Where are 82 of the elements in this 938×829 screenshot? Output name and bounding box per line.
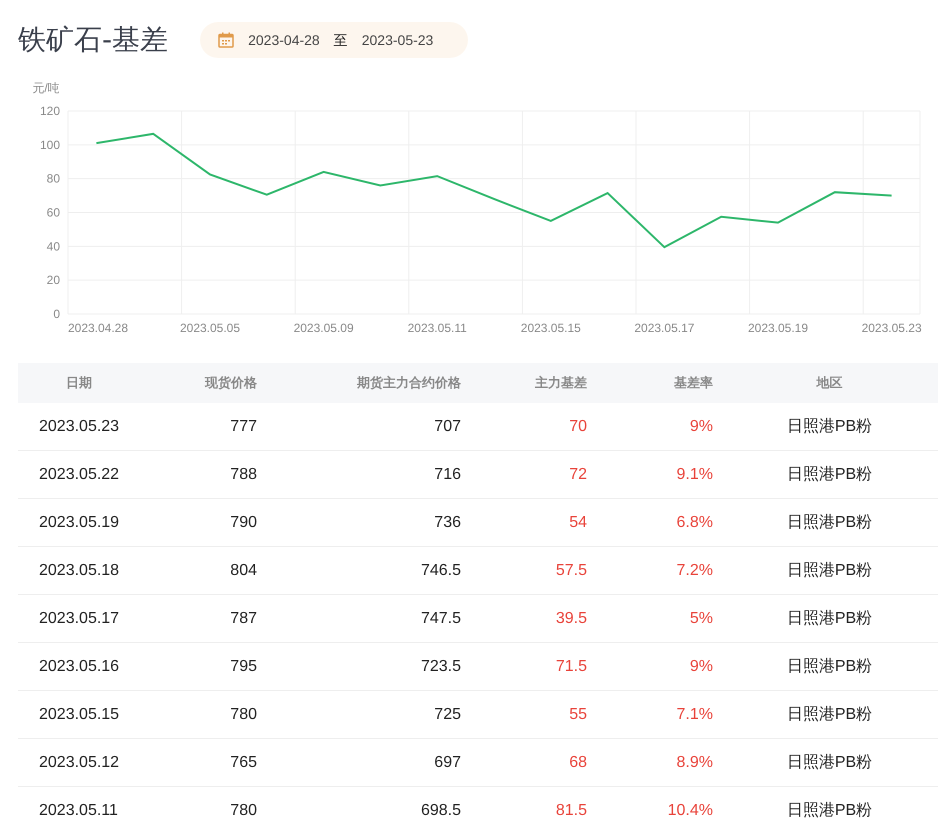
calendar-icon	[218, 32, 234, 48]
table-cell-text: 7.2%	[676, 560, 714, 580]
table-cell-text: 日照港PB粉	[786, 608, 874, 628]
x-axis-label: 2023.05.05	[180, 321, 240, 335]
x-axis-label: 2023.05.19	[748, 321, 808, 335]
table-cell-text: 2023.05.12	[38, 752, 120, 772]
table-cell-text: 日照港PB粉	[786, 800, 874, 820]
table-cell-text: 日照港PB粉	[786, 512, 874, 532]
table-cell-text: 780	[229, 800, 258, 820]
table-cell-text: 777	[229, 416, 258, 436]
table-cell-text: 6.8%	[676, 512, 714, 532]
x-axis-label: 2023.04.28	[68, 321, 128, 335]
table-cell-text: 2023.05.11	[38, 800, 119, 820]
table-cell-text: 55	[568, 704, 588, 724]
table-cell-text: 790	[229, 512, 258, 532]
table-cell-text: 2023.05.22	[38, 464, 120, 484]
table-cell-text: 71.5	[554, 656, 588, 676]
table-cell-text: 788	[229, 464, 258, 484]
table-cell-text: 804	[229, 560, 258, 580]
table-cell-text: 2023.05.17	[38, 608, 120, 628]
table-cell-text: 9%	[688, 656, 714, 676]
x-axis-label: 2023.05.09	[294, 321, 354, 335]
table-cell-text: 746.5	[420, 560, 462, 580]
table-cell-text: 8.9%	[676, 752, 714, 772]
table-cell-text: 736	[433, 512, 462, 532]
table-cell-text: 57.5	[554, 560, 588, 580]
column-header: 期货主力合约价格	[356, 374, 462, 392]
y-axis-label: 40	[46, 239, 60, 254]
x-axis-label: 2023.05.17	[634, 321, 694, 335]
table-cell-text: 2023.05.19	[38, 512, 120, 532]
y-axis-label: 120	[40, 104, 60, 118]
table-cell-text: 795	[229, 656, 258, 676]
column-header: 主力基差	[534, 374, 588, 392]
table-cell-text: 日照港PB粉	[786, 560, 874, 580]
end-date: 2023-05-23	[362, 30, 434, 50]
table-cell-text: 9.1%	[676, 464, 714, 484]
table-cell-text: 2023.05.23	[38, 416, 120, 436]
table-cell-text: 10.4%	[666, 800, 714, 820]
table-cell-text: 9%	[688, 416, 714, 436]
table-cell-text: 725	[433, 704, 462, 724]
y-axis-label: 0	[53, 307, 60, 321]
table-cell-text: 707	[433, 416, 462, 436]
page-title: 铁矿石-基差	[18, 22, 168, 58]
y-axis-label: 60	[46, 206, 60, 220]
column-header: 现货价格	[204, 374, 258, 392]
date-range-picker[interactable]: 2023-04-28 至 2023-05-23	[200, 22, 468, 58]
table-cell-text: 747.5	[420, 608, 462, 628]
column-header: 基差率	[673, 374, 714, 392]
column-header: 地区	[815, 374, 844, 392]
table-cell-text: 日照港PB粉	[786, 656, 874, 676]
x-axis-label: 2023.05.11	[408, 321, 467, 335]
table-cell-text: 日照港PB粉	[786, 752, 874, 772]
table-cell-text: 日照港PB粉	[786, 704, 874, 724]
table-cell-text: 72	[568, 464, 588, 484]
table-cell-text: 716	[433, 464, 462, 484]
table-cell-text: 787	[229, 608, 258, 628]
y-axis-label: 80	[46, 172, 60, 186]
table-cell-text: 780	[229, 704, 258, 724]
table-cell-text: 81.5	[554, 800, 588, 820]
y-axis-label: 100	[40, 138, 60, 152]
table-cell-text: 70	[568, 416, 588, 436]
column-header: 日期	[65, 374, 93, 392]
start-date: 2023-04-28	[248, 30, 320, 50]
table-cell-text: 2023.05.15	[38, 704, 120, 724]
table-cell-text: 7.1%	[676, 704, 714, 724]
table-cell-text: 698.5	[420, 800, 462, 820]
table-cell-text: 日照港PB粉	[786, 416, 874, 436]
table-cell-text: 697	[433, 752, 462, 772]
table-cell-text: 765	[229, 752, 258, 772]
table-cell-text: 68	[568, 752, 588, 772]
x-axis-label: 2023.05.15	[520, 321, 581, 335]
y-axis-title: 元/吨	[32, 81, 60, 95]
table-cell-text: 5%	[688, 608, 714, 628]
table-cell-text: 日照港PB粉	[786, 464, 874, 484]
table-cell-text: 2023.05.16	[38, 656, 120, 676]
table-cell-text: 723.5	[420, 656, 462, 676]
table-cell-text: 2023.05.18	[38, 560, 120, 580]
table-cell-text: 39.5	[554, 608, 588, 628]
x-axis-label: 2023.05.23	[862, 321, 922, 335]
y-axis-label: 20	[46, 273, 60, 288]
range-separator: 至	[334, 30, 348, 50]
table-cell-text: 54	[568, 512, 588, 532]
